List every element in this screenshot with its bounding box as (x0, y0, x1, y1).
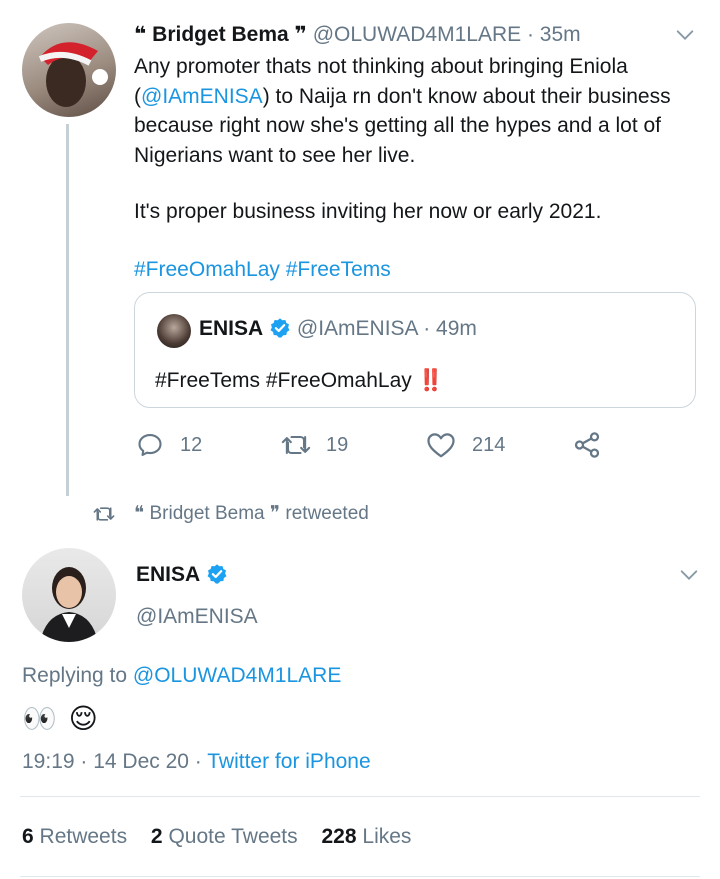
quoted-avatar (157, 314, 191, 348)
quoted-header: ENISA @IAmENISA · 49m (199, 317, 477, 341)
retweets-label: Retweets (39, 825, 128, 848)
quoted-author-handle: @IAmENISA (296, 317, 418, 340)
share-button[interactable] (572, 428, 602, 462)
quotes-count: 2 (150, 825, 163, 848)
hashtags-link[interactable]: #FreeOmahLay #FreeTems (134, 255, 391, 285)
quoted-tweet-card[interactable]: ENISA @IAmENISA · 49m #FreeTems #FreeOma… (134, 292, 696, 408)
mention-link[interactable]: @IAmENISA (141, 85, 263, 108)
quoted-time: · 49m (423, 317, 477, 340)
verified-icon (207, 564, 227, 584)
chevron-down-icon[interactable] (674, 24, 696, 46)
main-author-row: ENISA (136, 563, 228, 587)
thread-line (66, 124, 69, 496)
reply-icon (138, 434, 162, 456)
double-exclamation-emoji: ‼️ (417, 369, 444, 392)
avatar-enisa-image (40, 567, 98, 642)
quotes-label: Quote Tweets (168, 825, 298, 848)
avatar-bridget[interactable] (22, 23, 116, 117)
replying-to-prefix: Replying to (22, 664, 128, 687)
like-icon (427, 433, 455, 458)
retweet-count: 19 (326, 433, 349, 456)
main-author-name[interactable]: ENISA (136, 563, 200, 586)
like-count: 214 (472, 433, 506, 456)
replying-to-link[interactable]: @OLUWAD4M1LARE (133, 664, 341, 687)
tweet-source-link[interactable]: Twitter for iPhone (207, 750, 370, 773)
avatar-enisa[interactable] (22, 548, 116, 642)
timestamp-row: 19:19 · 14 Dec 20 · Twitter for iPhone (22, 750, 371, 774)
engagement-stats: 6 Retweets 2 Quote Tweets 228 Likes (22, 825, 411, 849)
quotes-stat[interactable]: 2 Quote Tweets (151, 825, 304, 848)
reply-author-name[interactable]: ❝ Bridget Bema ❞ (134, 23, 307, 46)
retweet-context-label[interactable]: ❝ Bridget Bema ❞ retweeted (134, 502, 369, 525)
avatar-bridget-image (38, 42, 108, 107)
verified-icon (270, 318, 290, 338)
reply-count: 12 (180, 433, 203, 456)
reply-author-handle[interactable]: @OLUWAD4M1LARE (313, 23, 521, 46)
retweet-icon (281, 435, 311, 455)
like-button[interactable]: 214 (426, 428, 505, 462)
main-tweet-text: 👀 😌 (22, 703, 100, 734)
retweet-button[interactable]: 19 (280, 428, 348, 462)
quoted-author-name: ENISA (199, 317, 264, 340)
share-icon (574, 432, 600, 458)
reply-text-paragraph-2: It's proper business inviting her now or… (134, 200, 602, 223)
reply-button[interactable]: 12 (136, 428, 202, 462)
retweets-count: 6 (22, 825, 34, 848)
likes-count: 228 (321, 825, 357, 848)
retweet-context-icon (93, 507, 115, 521)
divider-top (20, 796, 700, 797)
chevron-down-icon[interactable] (678, 564, 700, 586)
reply-time[interactable]: · 35m (527, 23, 581, 46)
quoted-text-row: #FreeTems #FreeOmahLay ‼️ (155, 369, 444, 393)
replying-to-row: Replying to @OLUWAD4M1LARE (22, 664, 341, 688)
retweets-stat[interactable]: 6 Retweets (22, 825, 133, 848)
reply-tweet-text: Any promoter thats not thinking about br… (134, 52, 694, 170)
main-author-handle[interactable]: @IAmENISA (136, 605, 258, 629)
likes-label: Likes (362, 825, 412, 848)
tweet-timestamp: 19:19 · 14 Dec 20 · (22, 750, 202, 773)
divider-bottom (20, 876, 700, 877)
reply-tweet-header: ❝ Bridget Bema ❞ @OLUWAD4M1LARE · 35m (134, 22, 581, 47)
quoted-text: #FreeTems #FreeOmahLay (155, 369, 412, 392)
likes-stat[interactable]: 228 Likes (322, 825, 412, 848)
